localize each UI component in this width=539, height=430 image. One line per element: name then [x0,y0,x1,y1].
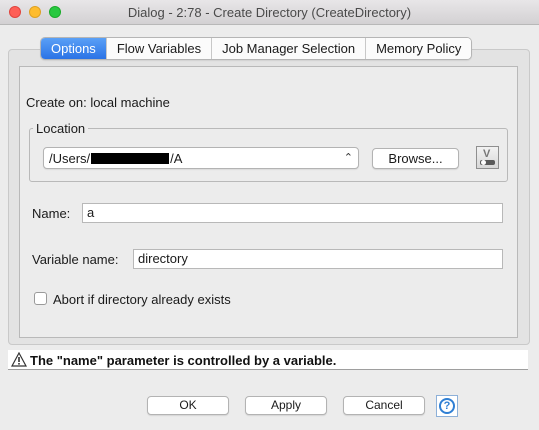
tab-job-manager-selection[interactable]: Job Manager Selection [211,38,366,59]
flow-variable-button[interactable]: V [476,146,499,169]
warning-text: The "name" parameter is controlled by a … [30,353,337,368]
create-on-label: Create on: local machine [26,95,170,110]
browse-button[interactable]: Browse... [372,148,459,169]
title-bar: Dialog - 2:78 - Create Directory (Create… [0,0,539,25]
name-label: Name: [32,206,71,221]
abort-if-exists-checkbox[interactable] [34,292,47,305]
cancel-button[interactable]: Cancel [343,396,425,415]
variable-name-field[interactable]: directory [133,249,503,269]
dialog-window: Dialog - 2:78 - Create Directory (Create… [0,0,539,430]
abort-if-exists-label: Abort if directory already exists [53,292,231,307]
warning-icon [11,352,27,367]
location-path-value: /Users/ /A [49,151,182,166]
help-button[interactable]: ? [436,395,458,417]
question-mark-icon: ? [439,398,455,414]
redacted-username [91,153,170,164]
ok-button[interactable]: OK [147,396,229,415]
apply-button[interactable]: Apply [245,396,327,415]
location-legend: Location [33,121,89,136]
location-path-select[interactable]: /Users/ /A ⌃ [43,147,359,169]
warning-bar: The "name" parameter is controlled by a … [8,350,528,370]
path-suffix: /A [170,151,183,166]
tab-flow-variables[interactable]: Flow Variables [105,38,212,59]
tab-options[interactable]: Options [41,38,106,59]
tab-memory-policy[interactable]: Memory Policy [365,38,472,59]
name-field[interactable]: a [82,203,503,223]
variable-v-icon: V [483,148,491,160]
variable-name-label: Variable name: [32,252,119,267]
tab-bar: Options Flow Variables Job Manager Selec… [40,37,473,60]
chevron-updown-icon: ⌃ [343,152,353,164]
window-title: Dialog - 2:78 - Create Directory (Create… [127,5,412,20]
toggle-knob-icon [481,160,486,165]
path-prefix: /Users/ [49,151,91,166]
